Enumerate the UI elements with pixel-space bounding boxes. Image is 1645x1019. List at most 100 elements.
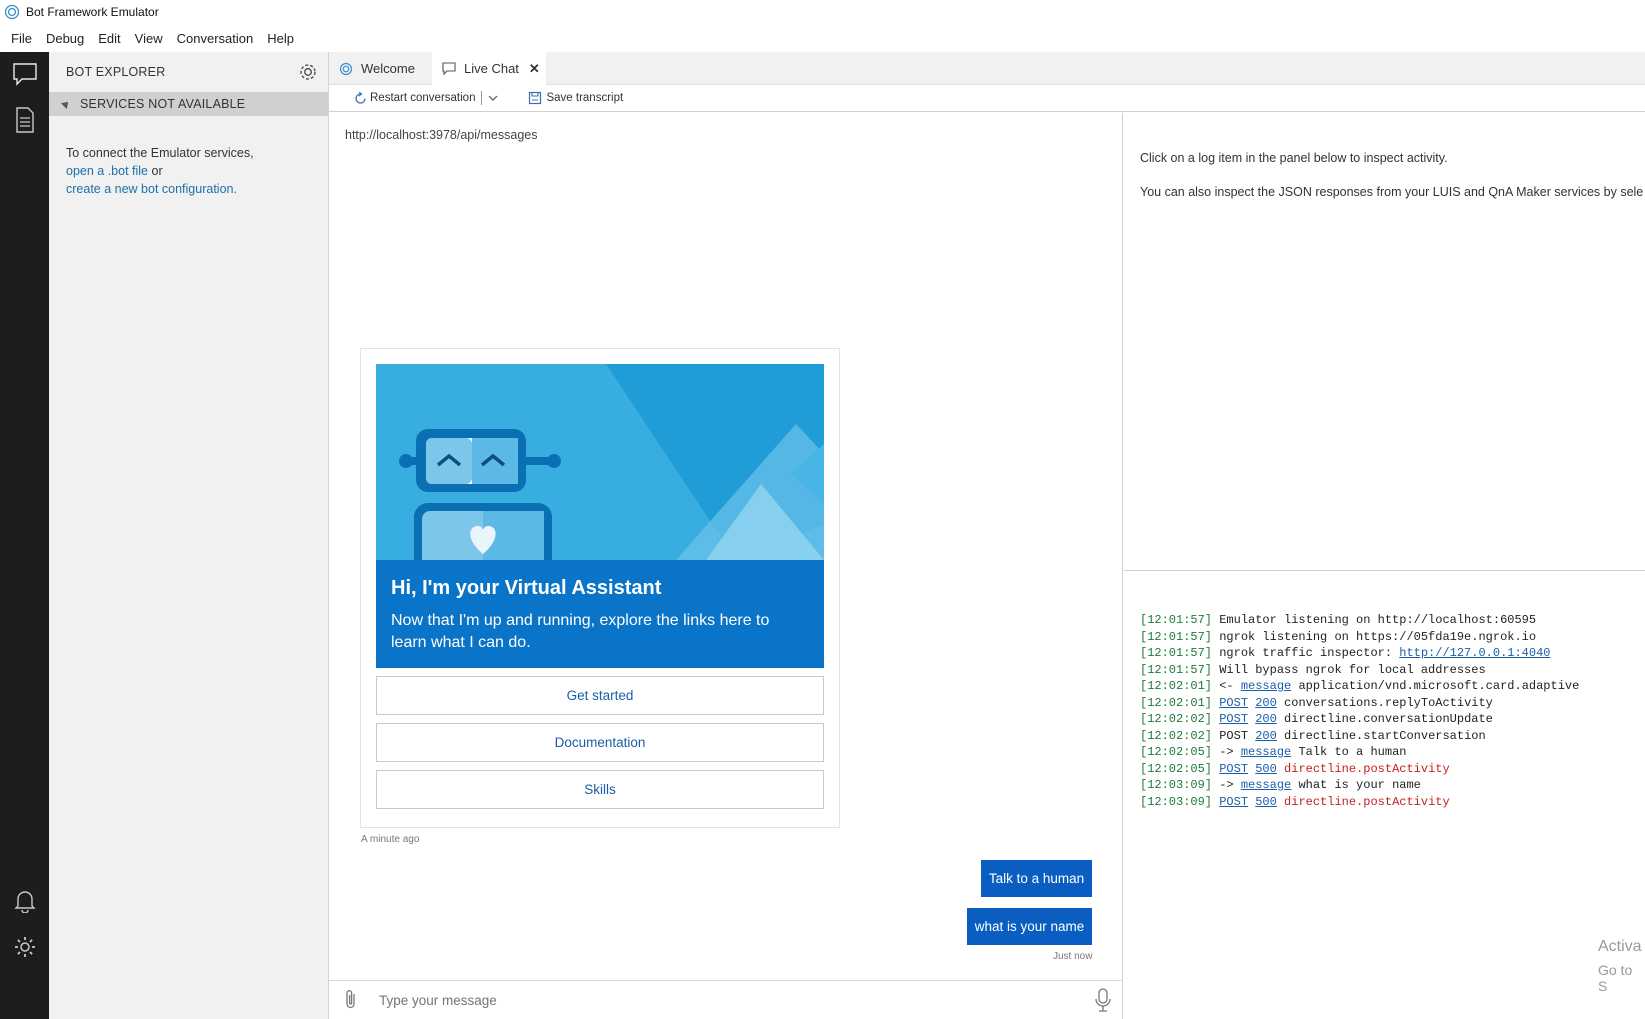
close-tab-icon[interactable]: ✕	[529, 61, 540, 77]
log-text: directline.startConversation	[1276, 728, 1486, 743]
documentation-button[interactable]: Documentation	[376, 723, 824, 762]
menu-file[interactable]: File	[4, 26, 39, 52]
log-entry: [12:02:02] POST 200 directline.startConv…	[1140, 728, 1579, 745]
microphone-icon[interactable]	[1093, 987, 1113, 1013]
log-timestamp: [12:01:57]	[1140, 629, 1220, 644]
menu-conversation[interactable]: Conversation	[170, 26, 261, 52]
log-timestamp: [12:02:01]	[1140, 695, 1220, 710]
save-transcript-icon	[529, 91, 542, 104]
settings-gear-icon[interactable]	[10, 932, 39, 961]
log-entry: [12:02:01] <- message application/vnd.mi…	[1140, 678, 1579, 695]
get-started-button[interactable]: Get started	[376, 676, 824, 715]
log-timestamp: [12:01:57]	[1140, 662, 1220, 677]
restart-icon	[355, 91, 366, 104]
activation-watermark-subtitle: Go to S	[1598, 962, 1633, 994]
open-bot-file-link[interactable]: open a .bot file	[66, 164, 148, 178]
log-entry: [12:02:05] -> message Talk to a human	[1140, 744, 1579, 761]
card-title: Hi, I'm your Virtual Assistant	[391, 577, 809, 600]
log-link[interactable]: 200	[1255, 712, 1277, 726]
log-text: what is your name	[1291, 778, 1421, 792]
log-text: directline.conversationUpdate	[1276, 712, 1493, 726]
attachment-paperclip-icon[interactable]	[341, 989, 361, 1011]
save-transcript-button[interactable]: Save transcript	[528, 91, 623, 106]
log-timestamp: [12:01:57]	[1140, 646, 1220, 660]
tab-welcome[interactable]: Welcome	[329, 52, 429, 85]
live-chat-tab-icon	[442, 61, 456, 75]
services-section-header[interactable]: SERVICES NOT AVAILABLE	[49, 92, 328, 116]
connect-text: To connect the Emulator services,	[66, 146, 254, 160]
menu-help[interactable]: Help	[260, 26, 301, 52]
log-text: ->	[1219, 778, 1241, 792]
card-title-suffix: Virtual Assistant	[499, 577, 662, 599]
virtual-assistant-hero-image	[376, 364, 824, 560]
bell-icon[interactable]	[10, 886, 39, 915]
log-timestamp: [12:03:09]	[1140, 778, 1220, 792]
card-text-block: Hi, I'm your Virtual Assistant Now that …	[376, 560, 824, 668]
skills-button[interactable]: Skills	[376, 770, 824, 809]
log-text: Talk to a human	[1291, 745, 1407, 759]
bot-explorer-panel: BOT EXPLORER SERVICES NOT AVAILABLE To c…	[49, 52, 329, 1019]
log-text: conversations.replyToActivity	[1276, 695, 1493, 710]
log-link[interactable]: POST	[1219, 696, 1248, 710]
restart-options-chevron-icon[interactable]	[488, 94, 498, 102]
log-link[interactable]: 500	[1255, 795, 1277, 809]
chat-icon[interactable]	[10, 59, 39, 88]
log-lines: [12:01:57] Emulator listening on http://…	[1140, 612, 1579, 810]
bot-explorer-title: BOT EXPLORER	[66, 65, 166, 79]
log-text: ->	[1219, 745, 1241, 759]
log-entry: [12:03:09] -> message what is your name	[1140, 777, 1579, 794]
log-text: application/vnd.microsoft.card.adaptive	[1291, 679, 1580, 693]
log-link[interactable]: message	[1241, 679, 1291, 693]
log-link[interactable]: message	[1241, 745, 1291, 759]
log-link[interactable]: 200	[1255, 696, 1277, 710]
log-link[interactable]: 500	[1255, 762, 1277, 776]
log-entry: [12:02:01] POST 200 conversations.replyT…	[1140, 695, 1579, 712]
log-link[interactable]: message	[1241, 778, 1291, 792]
log-link[interactable]: POST	[1219, 795, 1248, 809]
log-error-text: directline.postActivity	[1284, 794, 1450, 809]
log-link[interactable]: POST	[1219, 712, 1248, 726]
create-bot-config-link[interactable]: create a new bot configuration.	[66, 182, 237, 196]
log-text: ngrok traffic inspector:	[1219, 646, 1400, 660]
window-title: Bot Framework Emulator	[26, 5, 159, 19]
app-logo-icon	[4, 4, 20, 20]
save-transcript-label: Save transcript	[546, 92, 624, 104]
tab-live-chat[interactable]: Live Chat ✕	[432, 52, 546, 85]
collapse-triangle-icon	[61, 99, 71, 109]
log-entry: [12:02:02] POST 200 directline.conversat…	[1140, 711, 1579, 728]
log-timestamp: [12:02:01]	[1140, 679, 1220, 693]
log-text: <-	[1219, 679, 1241, 693]
card-title-prefix: Hi, I'm	[391, 577, 456, 599]
card-subtitle: Now that I'm up and running, explore the…	[391, 612, 770, 651]
log-text: POST	[1219, 728, 1256, 743]
message-input-bar	[329, 980, 1123, 1019]
log-link[interactable]: 200	[1255, 729, 1277, 743]
main-area: Welcome Live Chat ✕ Restart conversation…	[329, 52, 1645, 1019]
menu-debug[interactable]: Debug	[39, 26, 91, 52]
explorer-gear-icon[interactable]	[298, 62, 318, 82]
last-message-timestamp: Just now	[1053, 951, 1093, 962]
card-timestamp: A minute ago	[361, 834, 420, 845]
tab-welcome-label: Welcome	[361, 61, 415, 76]
explorer-help-text: To connect the Emulator services, open a…	[49, 116, 328, 198]
restart-conversation-button[interactable]: Restart conversation	[354, 91, 475, 105]
menu-view[interactable]: View	[128, 26, 170, 52]
menu-edit[interactable]: Edit	[91, 26, 127, 52]
document-icon[interactable]	[10, 105, 39, 134]
inspector-panel: Click on a log item in the panel below t…	[1124, 113, 1645, 571]
log-entry: [12:01:57] ngrok listening on https://05…	[1140, 629, 1579, 646]
log-panel: [12:01:57] Emulator listening on http://…	[1124, 572, 1645, 1019]
message-input[interactable]	[379, 989, 1059, 1011]
log-link[interactable]: POST	[1219, 762, 1248, 776]
adaptive-card: Hi, I'm your Virtual Assistant Now that …	[360, 348, 840, 828]
log-timestamp: [12:01:57]	[1140, 613, 1220, 627]
log-timestamp: [12:03:09]	[1140, 794, 1220, 809]
log-timestamp: [12:02:05]	[1140, 761, 1220, 776]
log-entry: [12:02:05] POST 500 directline.postActiv…	[1140, 761, 1579, 778]
card-title-emphasis: your	[455, 577, 500, 599]
log-error-text: directline.postActivity	[1284, 761, 1450, 776]
or-text: or	[151, 164, 163, 178]
log-link[interactable]: http://127.0.0.1:4040	[1399, 646, 1550, 660]
